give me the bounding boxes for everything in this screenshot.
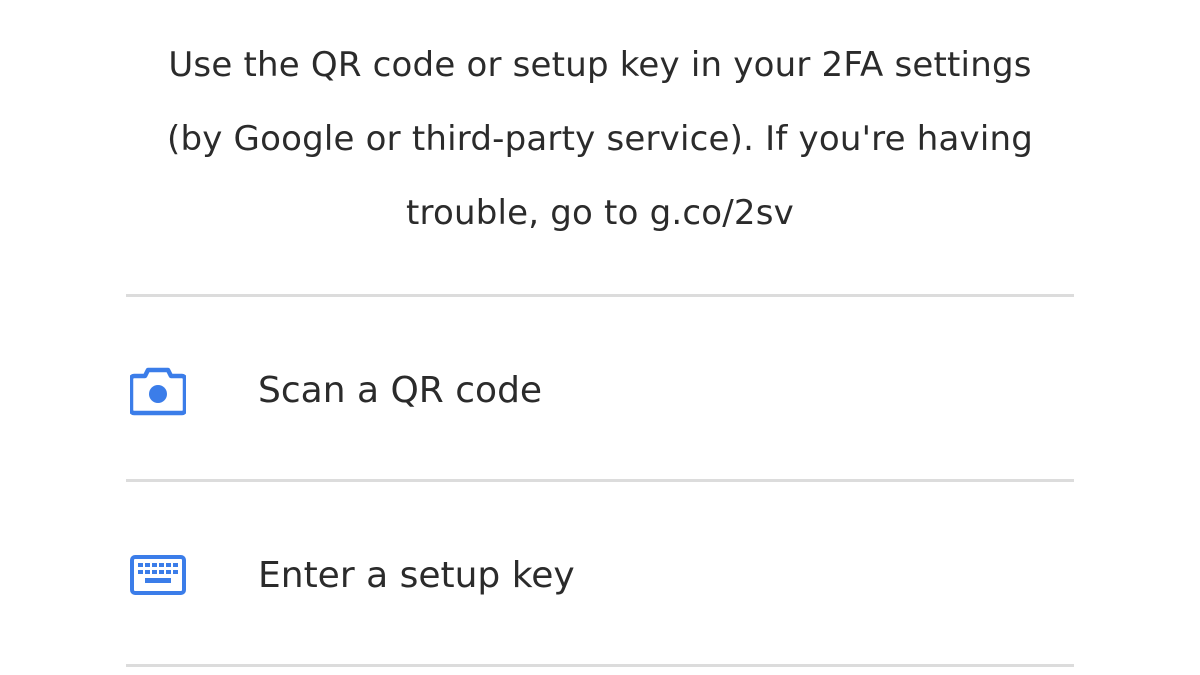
scan-qr-code-option[interactable]: Scan a QR code bbox=[126, 300, 1074, 480]
camera-icon bbox=[130, 362, 186, 418]
enter-setup-key-option[interactable]: Enter a setup key bbox=[126, 485, 1074, 665]
scan-qr-code-label: Scan a QR code bbox=[258, 369, 543, 411]
instructions-text: Use the QR code or setup key in your 2FA… bbox=[100, 28, 1100, 250]
divider-top bbox=[126, 294, 1074, 297]
instructions-line-3: trouble, go to g.co/2sv bbox=[405, 193, 794, 233]
instructions-line-1: Use the QR code or setup key in your 2FA… bbox=[168, 45, 1032, 85]
divider-middle bbox=[126, 479, 1074, 482]
keyboard-icon bbox=[130, 547, 186, 603]
enter-setup-key-label: Enter a setup key bbox=[258, 554, 575, 596]
divider-bottom bbox=[126, 664, 1074, 667]
instructions-line-2: (by Google or third-party service). If y… bbox=[166, 119, 1033, 159]
